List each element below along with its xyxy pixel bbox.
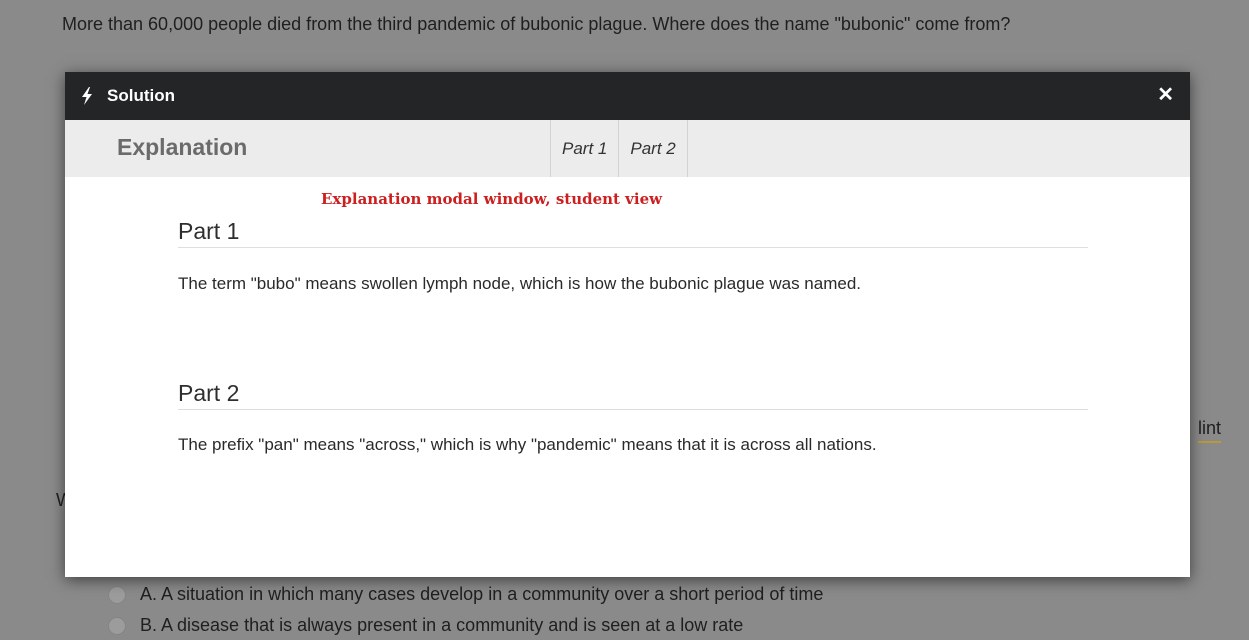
bolt-icon bbox=[81, 87, 93, 105]
radio-icon[interactable] bbox=[108, 585, 126, 604]
hint-link[interactable]: lint bbox=[1198, 418, 1222, 443]
tab-part-2[interactable]: Part 2 bbox=[618, 120, 688, 177]
section-title: Explanation bbox=[117, 134, 248, 160]
question-text: More than 60,000 people died from the th… bbox=[62, 14, 1011, 34]
solution-modal: Solution ✕ Explanation Part 1 Part 2 Exp… bbox=[65, 72, 1190, 577]
answer-option-b[interactable]: B. A disease that is always present in a… bbox=[108, 615, 743, 636]
modal-title: Solution bbox=[107, 86, 175, 105]
answer-option-a-label: A. A situation in which many cases devel… bbox=[140, 584, 824, 604]
part-1-text: The term "bubo" means swollen lymph node… bbox=[178, 274, 862, 293]
tab-part-1[interactable]: Part 1 bbox=[550, 120, 618, 177]
modal-header: Solution ✕ bbox=[65, 72, 1190, 120]
answer-option-a[interactable]: A. A situation in which many cases devel… bbox=[108, 584, 823, 605]
part-2-text: The prefix "pan" means "across," which i… bbox=[178, 435, 877, 454]
part-tabs: Part 1 Part 2 bbox=[550, 120, 688, 177]
part-2-heading: Part 2 bbox=[178, 380, 1088, 410]
part-1-heading: Part 1 bbox=[178, 218, 1088, 248]
modal-subheader: Explanation Part 1 Part 2 bbox=[65, 120, 1190, 177]
radio-icon[interactable] bbox=[108, 616, 126, 635]
annotation-label: Explanation modal window, student view bbox=[321, 190, 663, 208]
close-icon[interactable]: ✕ bbox=[1157, 84, 1174, 106]
answer-option-b-label: B. A disease that is always present in a… bbox=[140, 615, 744, 635]
